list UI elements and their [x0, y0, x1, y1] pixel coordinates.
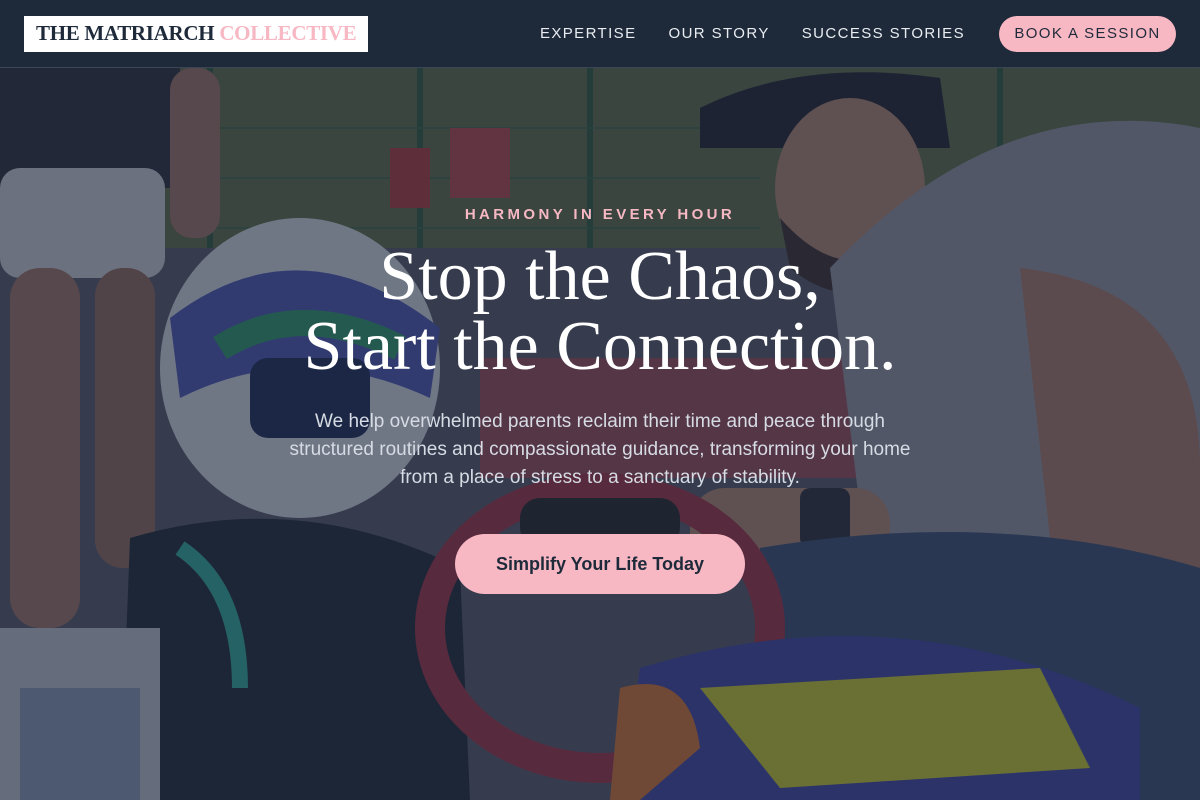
- nav-link-success-stories[interactable]: SUCCESS STORIES: [802, 25, 965, 42]
- hero-headline: Stop the Chaos, Start the Connection.: [0, 242, 1200, 382]
- brand-name-accent: COLLECTIVE: [219, 21, 357, 45]
- nav-link-our-story[interactable]: OUR STORY: [669, 25, 770, 42]
- hero-subtext: We help overwhelmed parents reclaim thei…: [289, 411, 911, 488]
- brand-name-primary: THE MATRIARCH: [36, 21, 215, 45]
- hero-headline-line-1: Stop the Chaos,: [379, 238, 821, 315]
- hero-section: HARMONY IN EVERY HOUR Stop the Chaos, St…: [0, 68, 1200, 800]
- nav-link-expertise[interactable]: EXPERTISE: [540, 25, 637, 42]
- hero-eyebrow: HARMONY IN EVERY HOUR: [464, 206, 736, 223]
- brand-logo[interactable]: THE MATRIARCH COLLECTIVE: [24, 15, 369, 52]
- site-header: THE MATRIARCH COLLECTIVE EXPERTISE OUR S…: [0, 0, 1200, 68]
- simplify-life-button[interactable]: Simplify Your Life Today: [455, 534, 745, 594]
- main-nav: EXPERTISE OUR STORY SUCCESS STORIES BOOK…: [508, 15, 1176, 52]
- book-session-button[interactable]: BOOK A SESSION: [999, 15, 1176, 52]
- hero-headline-line-2: Start the Connection.: [303, 308, 897, 385]
